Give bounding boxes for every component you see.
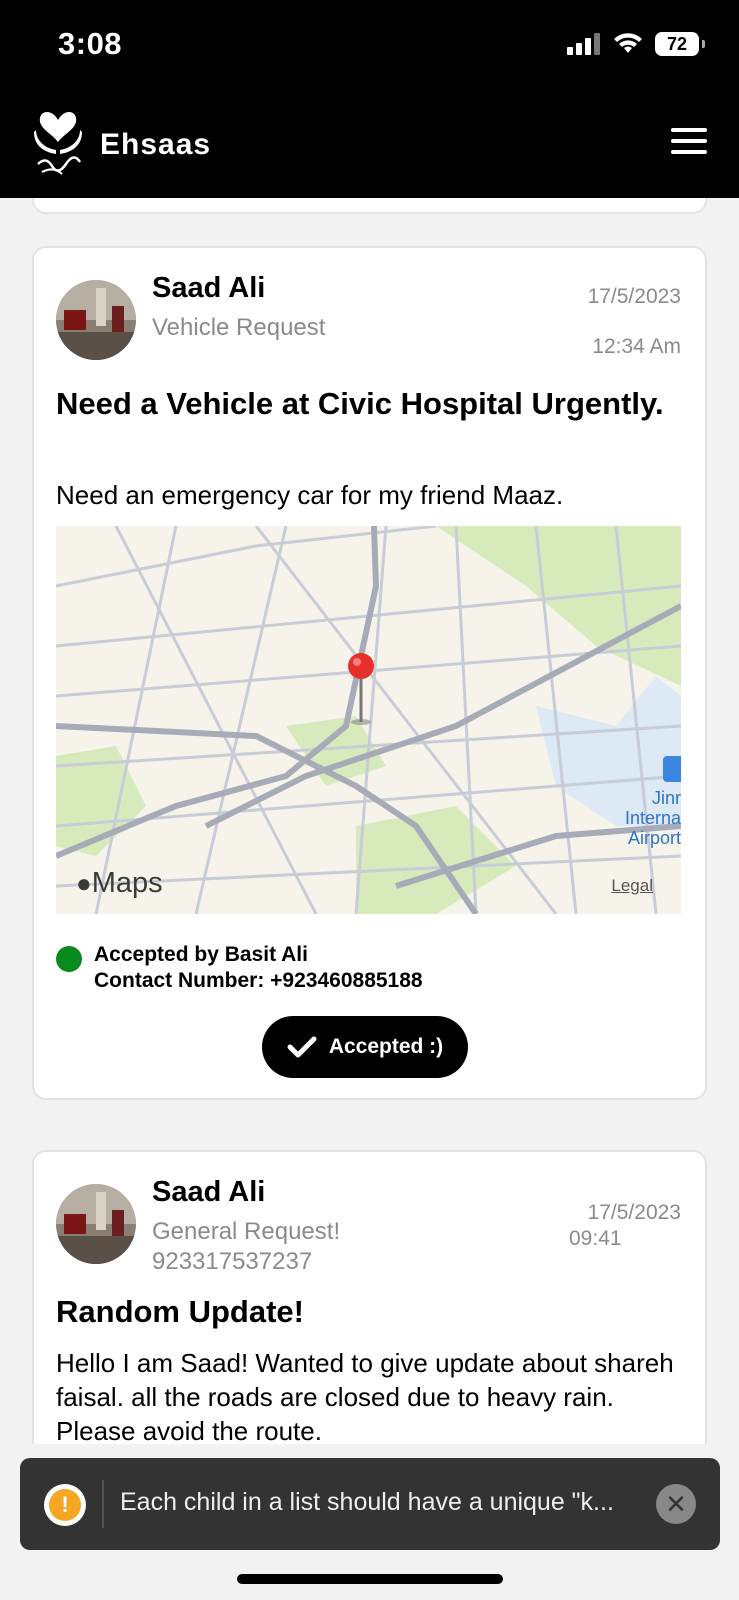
hamburger-icon[interactable] bbox=[671, 128, 707, 154]
previous-post-card bbox=[32, 198, 707, 214]
poster-phone: 923317537237 bbox=[152, 1248, 313, 1275]
contact-number-text: Contact Number: +923460885188 bbox=[94, 969, 423, 992]
request-type: Vehicle Request bbox=[152, 314, 326, 341]
wifi-icon bbox=[614, 33, 642, 53]
accepted-by-text: Accepted by Basit Ali bbox=[94, 943, 308, 966]
warning-icon: ! bbox=[44, 1484, 86, 1526]
accepted-button-label: Accepted :) bbox=[328, 1035, 444, 1058]
acceptance-status: Accepted by Basit Ali Contact Number: +9… bbox=[56, 942, 423, 994]
poster-name[interactable]: Saad Ali bbox=[152, 1176, 265, 1209]
battery-icon: 72 bbox=[655, 32, 705, 56]
status-indicator-icon bbox=[56, 946, 82, 972]
post-card: Saad Ali Vehicle Request 17/5/2023 12:34… bbox=[32, 246, 707, 1100]
close-icon[interactable]: ✕ bbox=[656, 1484, 696, 1524]
app-header: Ehsaas bbox=[0, 90, 739, 198]
home-indicator[interactable] bbox=[237, 1574, 503, 1584]
request-type: General Request! bbox=[152, 1218, 341, 1245]
signal-icon bbox=[567, 33, 600, 55]
post-time: 09:41 bbox=[569, 1227, 622, 1250]
status-time: 3:08 bbox=[58, 26, 123, 61]
toast-message: Each child in a list should have a uniqu… bbox=[120, 1488, 614, 1516]
post-time: 12:34 Am bbox=[592, 335, 681, 358]
request-feed[interactable]: Saad Ali Vehicle Request 17/5/2023 12:34… bbox=[0, 198, 739, 1444]
ehsaas-logo bbox=[34, 111, 82, 175]
maps-brand: ●Maps bbox=[76, 867, 163, 899]
maps-legal-link[interactable]: Legal bbox=[611, 876, 653, 896]
post-date: 17/5/2023 bbox=[587, 1201, 681, 1224]
status-icons: 72 bbox=[567, 32, 705, 56]
post-title: Random Update! bbox=[56, 1294, 304, 1329]
status-bar: 3:08 72 bbox=[0, 0, 739, 90]
map-place-label[interactable]: Jinr Interna Airport bbox=[625, 788, 681, 848]
post-date: 17/5/2023 bbox=[587, 285, 681, 308]
accepted-button[interactable]: Accepted :) bbox=[262, 1016, 468, 1078]
post-body: Hello I am Saad! Wanted to give update a… bbox=[56, 1348, 674, 1444]
avatar[interactable] bbox=[56, 280, 136, 360]
warning-toast[interactable]: ! Each child in a list should have a uni… bbox=[20, 1458, 720, 1550]
app-title: Ehsaas bbox=[100, 128, 212, 161]
apple-icon: ● bbox=[76, 868, 92, 898]
post-card: Saad Ali General Request! 923317537237 1… bbox=[32, 1150, 707, 1444]
location-map[interactable]: Jinr Interna Airport ●Maps Legal bbox=[56, 526, 681, 914]
airport-icon bbox=[663, 756, 681, 782]
toast-divider bbox=[102, 1480, 104, 1528]
checkmark-icon bbox=[287, 1036, 317, 1058]
map-tiles bbox=[56, 526, 681, 914]
post-body: Need an emergency car for my friend Maaz… bbox=[56, 480, 564, 510]
avatar[interactable] bbox=[56, 1184, 136, 1264]
poster-name[interactable]: Saad Ali bbox=[152, 272, 265, 305]
post-title: Need a Vehicle at Civic Hospital Urgentl… bbox=[56, 386, 664, 421]
